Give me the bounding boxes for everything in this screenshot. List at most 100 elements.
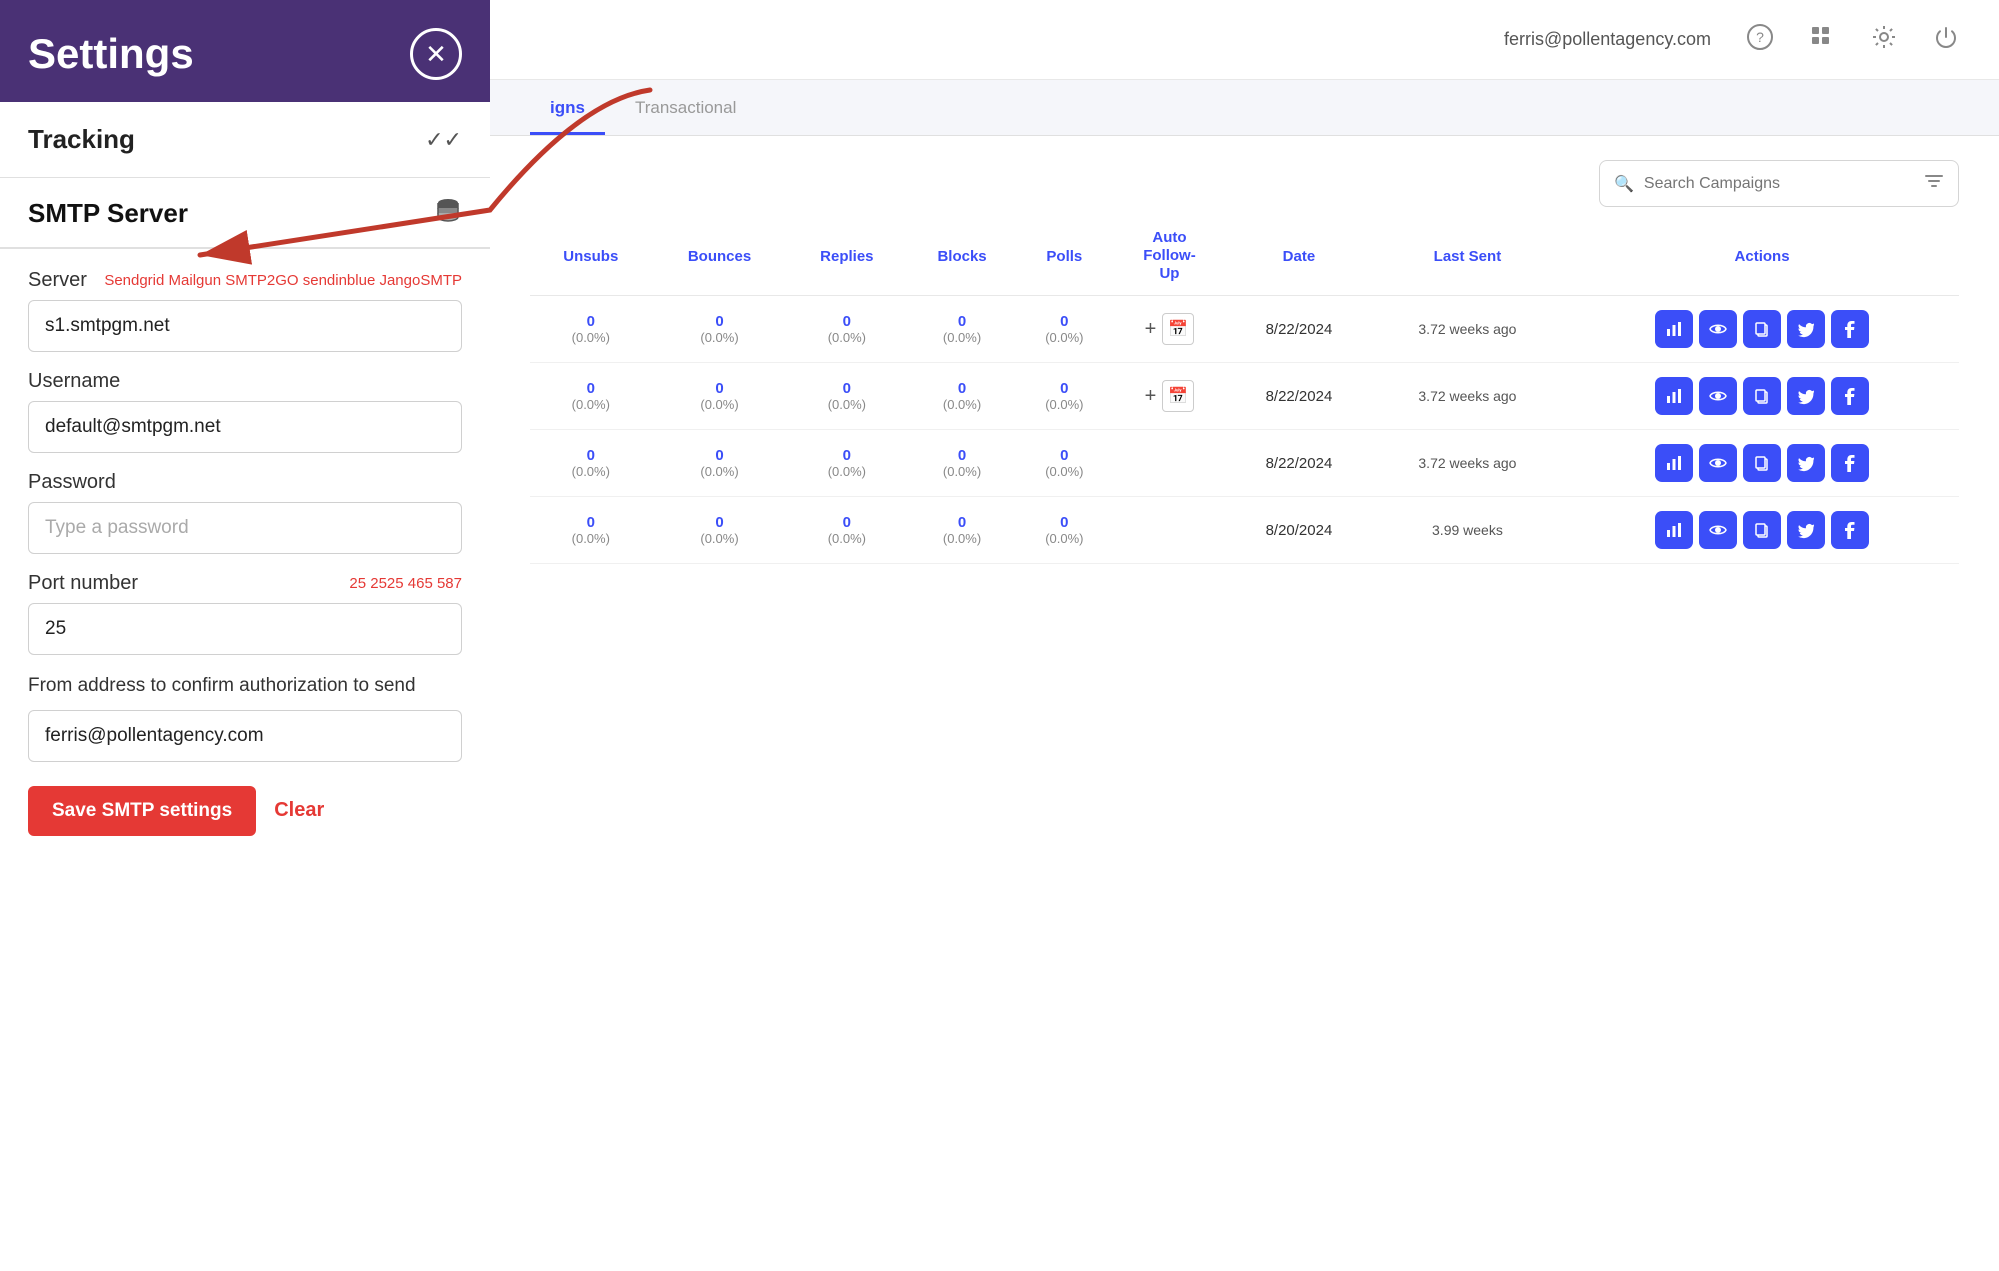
power-icon[interactable]: [1933, 24, 1959, 56]
calendar-icon[interactable]: 📅: [1162, 313, 1194, 345]
password-label-row: Password: [28, 471, 462, 494]
copy-button[interactable]: [1743, 310, 1781, 348]
smtp-form: Server Sendgrid Mailgun SMTP2GO sendinbl…: [0, 249, 490, 1271]
col-replies: Replies: [787, 217, 906, 296]
cell-actions: [1565, 296, 1959, 363]
campaigns-data-table: Unsubs Bounces Replies Blocks Polls Auto…: [530, 217, 1959, 564]
cell-blocks: 0(0.0%): [906, 497, 1018, 564]
port-label: Port number: [28, 572, 138, 595]
clear-button[interactable]: Clear: [274, 799, 324, 822]
col-polls: Polls: [1018, 217, 1111, 296]
facebook-button[interactable]: [1831, 444, 1869, 482]
cell-blocks: 0(0.0%): [906, 430, 1018, 497]
server-label-row: Server Sendgrid Mailgun SMTP2GO sendinbl…: [28, 269, 462, 292]
smtp-section-header: SMTP Server: [0, 178, 490, 249]
username-row: Username: [28, 370, 462, 453]
copy-button[interactable]: [1743, 377, 1781, 415]
port-input[interactable]: [28, 603, 462, 655]
analytics-button[interactable]: [1655, 511, 1693, 549]
cell-replies: 0(0.0%): [787, 497, 906, 564]
tracking-section[interactable]: Tracking ✓✓: [0, 102, 490, 178]
preview-button[interactable]: [1699, 511, 1737, 549]
facebook-button[interactable]: [1831, 377, 1869, 415]
cell-polls: 0(0.0%): [1018, 497, 1111, 564]
preview-button[interactable]: [1699, 310, 1737, 348]
smtp-action-row: Save SMTP settings Clear: [28, 786, 462, 836]
search-input[interactable]: [1644, 175, 1914, 193]
twitter-button[interactable]: [1787, 444, 1825, 482]
settings-title: Settings: [28, 30, 194, 78]
tab-campaigns[interactable]: igns: [530, 84, 605, 135]
cell-bounces: 0(0.0%): [652, 296, 788, 363]
password-label: Password: [28, 471, 116, 494]
col-date: Date: [1228, 217, 1370, 296]
campaigns-table: Unsubs Bounces Replies Blocks Polls Auto…: [490, 217, 1999, 1271]
cell-followup[interactable]: +📅: [1111, 296, 1228, 363]
settings-icon[interactable]: [1871, 24, 1897, 56]
cell-replies: 0(0.0%): [787, 430, 906, 497]
close-button[interactable]: ✕: [410, 28, 462, 80]
table-row: 0(0.0%) 0(0.0%) 0(0.0%) 0(0.0%) 0(0.0%) …: [530, 363, 1959, 430]
settings-body: Tracking ✓✓ SMTP Server Server Sendgr: [0, 102, 490, 1271]
analytics-button[interactable]: [1655, 310, 1693, 348]
close-icon: ✕: [425, 39, 447, 70]
save-smtp-button[interactable]: Save SMTP settings: [28, 786, 256, 836]
cell-last-sent: 3.72 weeks ago: [1370, 363, 1565, 430]
calendar-icon[interactable]: 📅: [1162, 380, 1194, 412]
from-address-input[interactable]: [28, 710, 462, 762]
col-blocks: Blocks: [906, 217, 1018, 296]
port-row: Port number 25 2525 465 587: [28, 572, 462, 655]
cell-unsubs: 0(0.0%): [530, 497, 652, 564]
from-address-row: From address to confirm authorization to…: [28, 673, 462, 762]
table-row: 0(0.0%) 0(0.0%) 0(0.0%) 0(0.0%) 0(0.0%) …: [530, 430, 1959, 497]
cell-unsubs: 0(0.0%): [530, 363, 652, 430]
copy-button[interactable]: [1743, 511, 1781, 549]
cell-date: 8/22/2024: [1228, 296, 1370, 363]
twitter-button[interactable]: [1787, 511, 1825, 549]
cell-polls: 0(0.0%): [1018, 430, 1111, 497]
facebook-button[interactable]: [1831, 310, 1869, 348]
preview-button[interactable]: [1699, 444, 1737, 482]
table-row: 0(0.0%) 0(0.0%) 0(0.0%) 0(0.0%) 0(0.0%) …: [530, 296, 1959, 363]
smtp-title: SMTP Server: [28, 198, 188, 229]
help-icon[interactable]: ?: [1747, 24, 1773, 56]
twitter-button[interactable]: [1787, 310, 1825, 348]
search-box: 🔍: [1599, 160, 1959, 207]
main-content: ferris@pollentagency.com ? igns Transact…: [490, 0, 1999, 1271]
svg-text:?: ?: [1756, 29, 1764, 45]
cell-polls: 0(0.0%): [1018, 296, 1111, 363]
add-followup-icon[interactable]: +: [1145, 385, 1157, 408]
add-followup-icon[interactable]: +: [1145, 318, 1157, 341]
cell-followup: [1111, 430, 1228, 497]
tracking-label: Tracking: [28, 124, 135, 155]
cell-bounces: 0(0.0%): [652, 497, 788, 564]
twitter-button[interactable]: [1787, 377, 1825, 415]
server-label: Server: [28, 269, 87, 292]
col-last-sent: Last Sent: [1370, 217, 1565, 296]
cell-last-sent: 3.99 weeks: [1370, 497, 1565, 564]
username-label: Username: [28, 370, 120, 393]
checkmark-icon: ✓✓: [425, 127, 462, 153]
tab-transactional[interactable]: Transactional: [615, 84, 756, 135]
search-area: 🔍: [490, 136, 1999, 217]
username-input[interactable]: [28, 401, 462, 453]
apps-icon[interactable]: [1809, 24, 1835, 56]
filter-icon[interactable]: [1924, 171, 1944, 196]
from-address-label: From address to confirm authorization to…: [28, 673, 462, 700]
database-icon: [434, 196, 462, 231]
settings-panel: Settings ✕ Tracking ✓✓ SMTP Server: [0, 0, 490, 1271]
preview-button[interactable]: [1699, 377, 1737, 415]
password-row: Password: [28, 471, 462, 554]
top-bar: ferris@pollentagency.com ?: [490, 0, 1999, 80]
cell-followup[interactable]: +📅: [1111, 363, 1228, 430]
server-input[interactable]: [28, 300, 462, 352]
analytics-button[interactable]: [1655, 444, 1693, 482]
cell-replies: 0(0.0%): [787, 296, 906, 363]
password-input[interactable]: [28, 502, 462, 554]
cell-unsubs: 0(0.0%): [530, 430, 652, 497]
copy-button[interactable]: [1743, 444, 1781, 482]
server-hint: Sendgrid Mailgun SMTP2GO sendinblue Jang…: [104, 272, 462, 289]
facebook-button[interactable]: [1831, 511, 1869, 549]
cell-unsubs: 0(0.0%): [530, 296, 652, 363]
analytics-button[interactable]: [1655, 377, 1693, 415]
